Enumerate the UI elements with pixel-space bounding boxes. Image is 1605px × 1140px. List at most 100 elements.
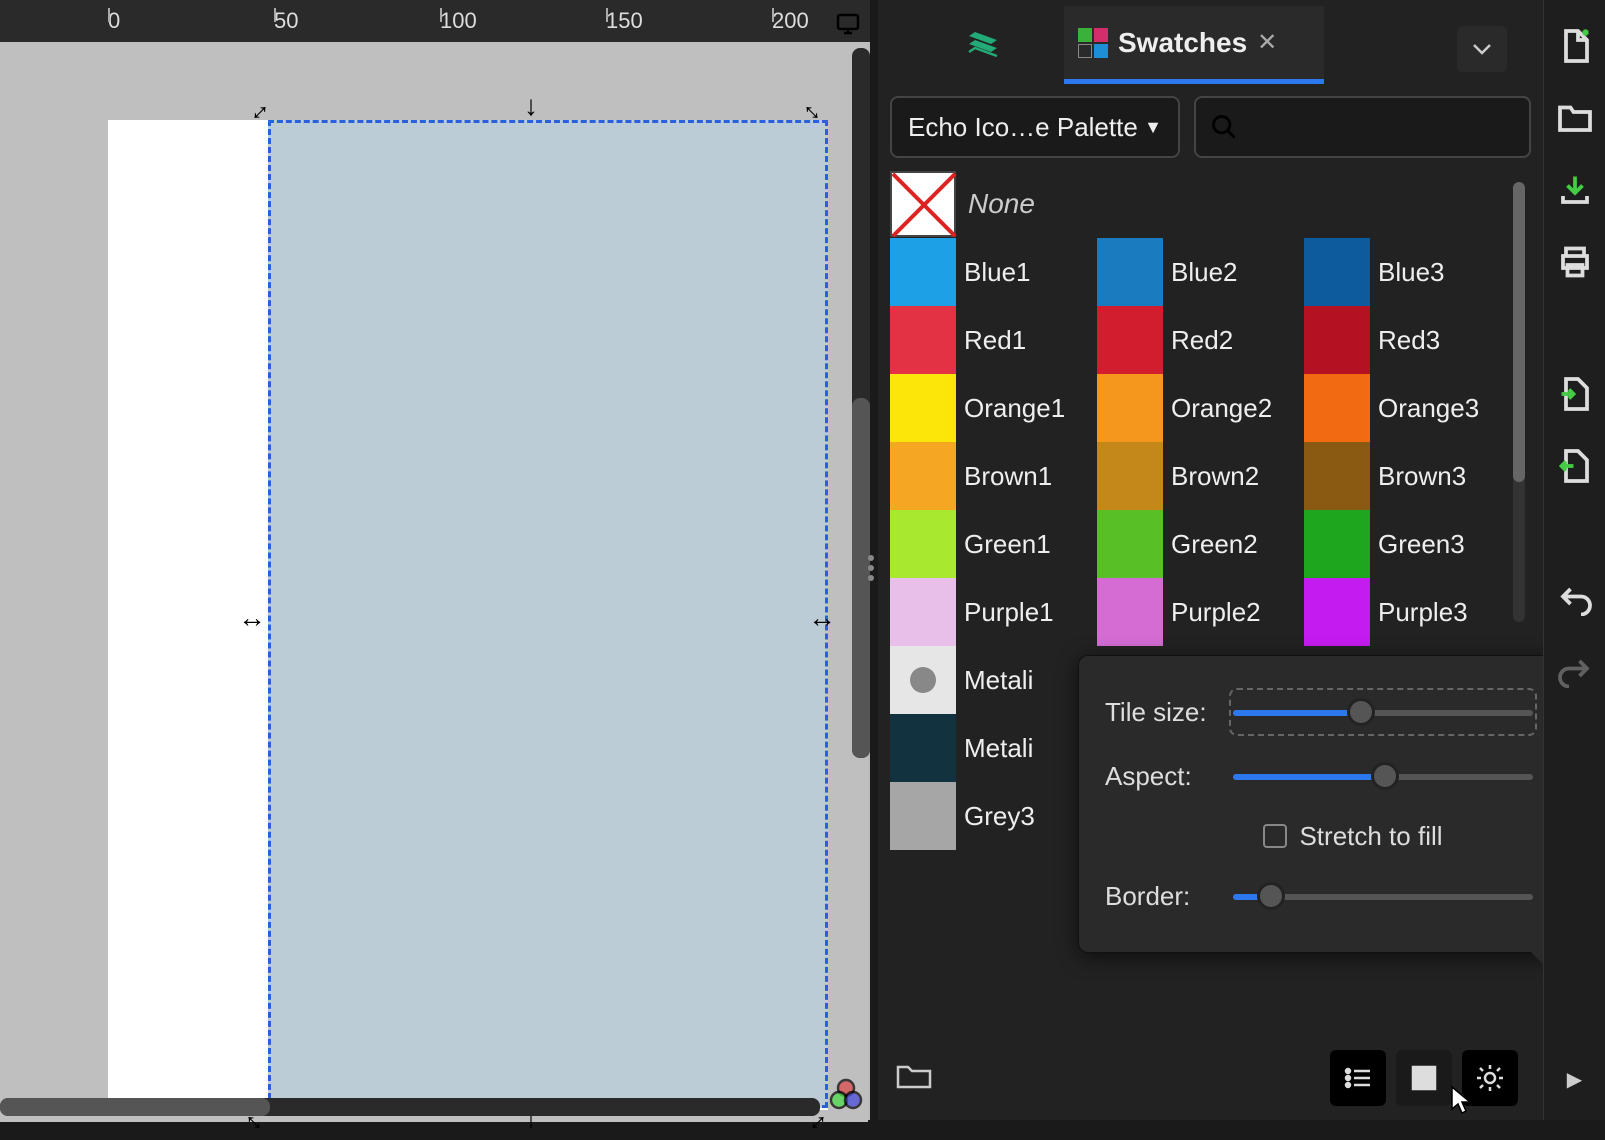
swatch-item[interactable]: Blue2 — [1097, 238, 1304, 306]
expand-toolbar-icon[interactable]: ▶ — [1567, 1067, 1582, 1092]
aspect-label: Aspect: — [1105, 761, 1215, 792]
stretch-label: Stretch to fill — [1299, 821, 1442, 852]
search-icon — [1210, 113, 1238, 141]
swatch-item[interactable]: Orange1 — [890, 374, 1097, 442]
swatch-chip — [1304, 578, 1370, 646]
ruler-tick: 50 — [274, 8, 298, 34]
resize-handle-w[interactable]: ↔ — [238, 602, 266, 634]
swatch-item[interactable]: Blue1 — [890, 238, 1097, 306]
scrollbar-thumb[interactable] — [1513, 182, 1525, 482]
swatch-item[interactable]: Red3 — [1304, 306, 1511, 374]
ruler-tick: 100 — [440, 8, 477, 34]
swatch-item[interactable]: Purple3 — [1304, 578, 1511, 646]
border-slider[interactable] — [1233, 876, 1533, 916]
export-icon[interactable] — [1557, 448, 1593, 484]
swatch-chip — [1097, 578, 1163, 646]
swatch-label: Purple2 — [1171, 597, 1261, 628]
swatch-label: Orange1 — [964, 393, 1065, 424]
settings-button[interactable] — [1462, 1050, 1518, 1106]
swatch-item[interactable]: Brown3 — [1304, 442, 1511, 510]
ruler-tick: 150 — [606, 8, 643, 34]
horizontal-scrollbar[interactable] — [0, 1098, 820, 1116]
swatch-chip — [890, 714, 956, 782]
swatch-label: Orange3 — [1378, 393, 1479, 424]
import-icon[interactable] — [1557, 376, 1593, 412]
palette-dropdown-label: Echo Ico…e Palette — [908, 112, 1138, 143]
swatch-item[interactable]: Metali — [890, 714, 1097, 782]
swatch-item[interactable]: Orange3 — [1304, 374, 1511, 442]
vertical-scrollbar[interactable] — [852, 48, 870, 758]
selection-rectangle[interactable] — [268, 120, 828, 1108]
resize-handle-e[interactable]: ↔ — [808, 602, 836, 634]
swatch-chip — [890, 306, 956, 374]
swatch-item[interactable]: Green2 — [1097, 510, 1304, 578]
ruler-tick: 200 — [772, 8, 809, 34]
swatch-chip — [890, 578, 956, 646]
swatch-label: Brown2 — [1171, 461, 1259, 492]
swatch-item[interactable]: Metali — [890, 646, 1097, 714]
swatch-label: Purple1 — [964, 597, 1054, 628]
swatch-label: Brown1 — [964, 461, 1052, 492]
scrollbar-thumb[interactable] — [0, 1098, 270, 1116]
canvas-area: 0 50 100 150 200 ↔ ↓ ↔ ↔ ↔ ↔ ↑ ↔ — [0, 0, 870, 1120]
swatch-chip — [890, 374, 956, 442]
list-view-button[interactable] — [1330, 1050, 1386, 1106]
ruler-tick: 0 — [108, 8, 120, 34]
swatch-item[interactable]: Brown2 — [1097, 442, 1304, 510]
palette-dropdown[interactable]: Echo Ico…e Palette ▼ — [890, 96, 1180, 158]
panel-menu-button[interactable] — [1457, 26, 1507, 72]
tile-size-slider[interactable] — [1233, 692, 1533, 732]
swatch-item[interactable]: Blue3 — [1304, 238, 1511, 306]
undo-icon[interactable] — [1557, 580, 1593, 616]
color-profile-icon[interactable] — [828, 1078, 864, 1114]
swatch-item[interactable]: Orange2 — [1097, 374, 1304, 442]
swatch-item[interactable]: Red1 — [890, 306, 1097, 374]
canvas-viewport[interactable]: ↔ ↓ ↔ ↔ ↔ ↔ ↑ ↔ — [0, 42, 868, 1122]
tab-swatches[interactable]: Swatches ✕ — [1064, 6, 1324, 84]
swatch-item[interactable]: Brown1 — [890, 442, 1097, 510]
display-toggle-icon[interactable] — [826, 6, 870, 42]
redo-icon[interactable] — [1557, 652, 1593, 688]
palette-search-row: Echo Ico…e Palette ▼ — [878, 90, 1543, 170]
aspect-slider[interactable] — [1233, 756, 1533, 796]
swatch-label: Metali — [964, 733, 1033, 764]
swatch-item[interactable]: Grey3 — [890, 782, 1097, 850]
swatch-chip — [1304, 510, 1370, 578]
swatch-label: Purple3 — [1378, 597, 1468, 628]
stretch-checkbox[interactable] — [1263, 824, 1287, 848]
open-folder-icon[interactable] — [1557, 100, 1593, 136]
swatch-label: Blue2 — [1171, 257, 1238, 288]
swatch-label: Red1 — [964, 325, 1026, 356]
ruler-horizontal[interactable]: 0 50 100 150 200 — [0, 0, 870, 42]
tab-close-button[interactable]: ✕ — [1257, 28, 1277, 57]
open-folder-button[interactable] — [896, 1061, 932, 1096]
swatches-panel: Swatches ✕ Echo Ico…e Palette ▼ None Blu… — [878, 0, 1543, 1120]
swatch-chip — [1097, 442, 1163, 510]
swatch-label: Green3 — [1378, 529, 1465, 560]
swatch-chip — [890, 646, 956, 714]
grid-view-button[interactable] — [1396, 1050, 1452, 1106]
swatch-item[interactable]: Green3 — [1304, 510, 1511, 578]
swatch-item[interactable]: Purple2 — [1097, 578, 1304, 646]
swatch-chip — [1304, 374, 1370, 442]
swatch-item[interactable]: Green1 — [890, 510, 1097, 578]
tab-inactive[interactable] — [948, 18, 1018, 70]
swatch-scrollbar[interactable] — [1513, 182, 1525, 622]
swatch-item[interactable]: Purple1 — [890, 578, 1097, 646]
panel-drag-handle[interactable] — [866, 555, 876, 589]
swatch-none[interactable]: None — [890, 170, 1511, 238]
resize-handle-n[interactable]: ↓ — [524, 90, 538, 122]
swatch-chip — [890, 510, 956, 578]
swatch-item[interactable]: Red2 — [1097, 306, 1304, 374]
swatch-label: Red3 — [1378, 325, 1440, 356]
save-icon[interactable] — [1557, 172, 1593, 208]
swatch-search-input[interactable] — [1194, 96, 1531, 158]
chevron-down-icon: ▼ — [1144, 117, 1162, 138]
swatch-chip — [1097, 238, 1163, 306]
swatch-label: Blue1 — [964, 257, 1031, 288]
swatch-settings-popup: Tile size: 16 Aspect: 0,0 Stretch to fil… — [1078, 655, 1605, 953]
swatch-label: Blue3 — [1378, 257, 1445, 288]
print-icon[interactable] — [1557, 244, 1593, 280]
swatch-chip — [890, 442, 956, 510]
new-document-icon[interactable] — [1557, 28, 1593, 64]
